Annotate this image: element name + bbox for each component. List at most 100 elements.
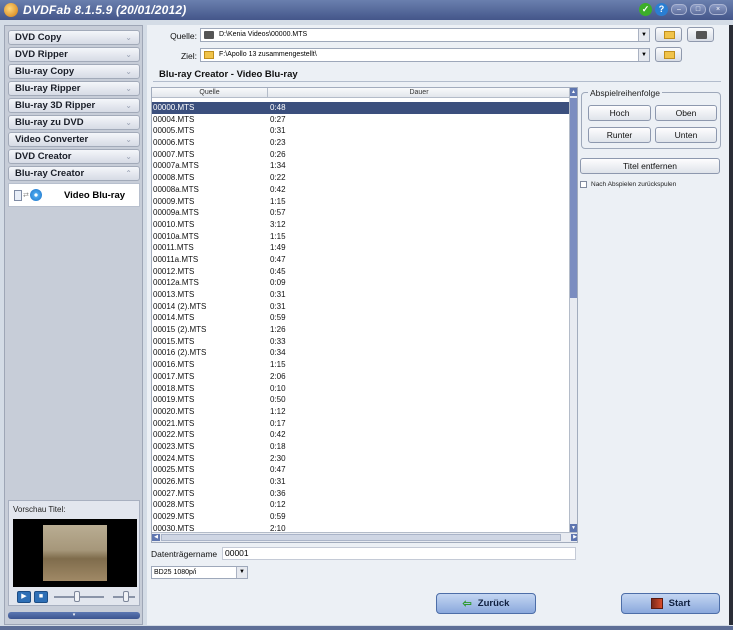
- table-row[interactable]: 00028.MTS 0:12: [152, 499, 570, 511]
- sidebar-item-label: Blu-ray Copy: [15, 66, 75, 77]
- table-row[interactable]: 00016.MTS 1:15: [152, 359, 570, 371]
- preview-thumbnail-image: [43, 525, 107, 581]
- seek-slider-handle[interactable]: [74, 591, 80, 602]
- table-row[interactable]: 00011a.MTS 0:47: [152, 254, 570, 266]
- cell-duration: 0:31: [270, 126, 286, 136]
- table-row[interactable]: 00020.MTS 1:12: [152, 406, 570, 418]
- chevron-down-icon[interactable]: ▼: [638, 29, 649, 41]
- table-row[interactable]: 00023.MTS 0:18: [152, 441, 570, 453]
- table-row[interactable]: 00013.MTS 0:31: [152, 289, 570, 301]
- table-row[interactable]: 00027.MTS 0:36: [152, 488, 570, 500]
- browse-source-button[interactable]: [655, 27, 682, 42]
- chevron-down-icon[interactable]: ▼: [638, 49, 649, 61]
- table-row[interactable]: 00012.MTS 0:45: [152, 266, 570, 278]
- table-row[interactable]: 00029.MTS 0:59: [152, 511, 570, 523]
- table-row[interactable]: 00006.MTS 0:23: [152, 137, 570, 149]
- volume-slider[interactable]: [113, 591, 135, 602]
- table-row[interactable]: 00021.MTS 0:17: [152, 418, 570, 430]
- sidebar-item-dvd-copy[interactable]: DVD Copy ⌄: [8, 30, 140, 45]
- table-row[interactable]: 00005.MTS 0:31: [152, 125, 570, 137]
- sidebar-subitem-video-bluray[interactable]: ⇄ Video Blu-ray: [8, 183, 140, 207]
- horizontal-scroll-thumb[interactable]: [161, 534, 561, 541]
- cell-source: 00023.MTS: [153, 441, 195, 451]
- table-row[interactable]: 00007a.MTS 1:34: [152, 160, 570, 172]
- vertical-scrollbar[interactable]: ▲ ▼: [569, 88, 577, 532]
- sidebar-item-bluray-copy[interactable]: Blu-ray Copy ⌄: [8, 64, 140, 79]
- table-row[interactable]: 00009a.MTS 0:57: [152, 207, 570, 219]
- volume-slider-handle[interactable]: [123, 591, 129, 602]
- arrow-right-icon: ⇄: [23, 192, 29, 199]
- table-row[interactable]: 00018.MTS 0:10: [152, 383, 570, 395]
- help-icon[interactable]: ?: [655, 3, 668, 16]
- table-row[interactable]: 00026.MTS 0:31: [152, 476, 570, 488]
- stop-button[interactable]: ■: [34, 591, 48, 603]
- sidebar-collapse-button[interactable]: ▾: [8, 612, 140, 619]
- target-path-combo[interactable]: F:\Apollo 13 zusammengestellt\ ▼: [200, 48, 650, 62]
- close-button[interactable]: ×: [709, 4, 727, 15]
- table-row[interactable]: 00014.MTS 0:59: [152, 312, 570, 324]
- playback-order-legend: Abspielreihenfolge: [588, 88, 662, 98]
- source-path-combo[interactable]: D:\Kenia Videos\00000.MTS ▼: [200, 28, 650, 42]
- table-row[interactable]: 00008a.MTS 0:42: [152, 184, 570, 196]
- sidebar-item-dvd-creator[interactable]: DVD Creator ⌄: [8, 149, 140, 164]
- start-button[interactable]: Start: [621, 593, 720, 614]
- cell-duration: 1:15: [270, 360, 286, 370]
- move-up-button[interactable]: Hoch: [588, 105, 651, 121]
- move-down-button[interactable]: Runter: [588, 127, 651, 143]
- column-header-duration[interactable]: Dauer: [268, 88, 570, 97]
- cell-source: 00014.MTS: [153, 313, 195, 323]
- vertical-scroll-thumb[interactable]: [570, 98, 577, 298]
- table-row[interactable]: 00007.MTS 0:26: [152, 149, 570, 161]
- rewind-checkbox[interactable]: [580, 181, 587, 188]
- move-bottom-button[interactable]: Unten: [655, 127, 717, 143]
- sidebar-item-video-converter[interactable]: Video Converter ⌄: [8, 132, 140, 147]
- table-row[interactable]: 00017.MTS 2:06: [152, 371, 570, 383]
- seek-slider[interactable]: [54, 591, 104, 602]
- sidebar-item-bluray-creator[interactable]: Blu-ray Creator ⌃: [8, 166, 140, 181]
- scroll-left-icon[interactable]: ◀: [152, 534, 160, 541]
- table-row[interactable]: 00022.MTS 0:42: [152, 429, 570, 441]
- cell-duration: 1:49: [270, 243, 286, 253]
- table-row[interactable]: 00011.MTS 1:49: [152, 242, 570, 254]
- disc-type-select[interactable]: BD25 1080p/i ▼: [151, 566, 248, 579]
- rewind-option[interactable]: Nach Abspielen zurückspulen: [580, 181, 676, 188]
- chevron-down-icon[interactable]: ▼: [236, 567, 247, 578]
- scroll-up-icon[interactable]: ▲: [570, 88, 577, 96]
- table-row[interactable]: 00010a.MTS 1:15: [152, 231, 570, 243]
- table-row[interactable]: 00000.MTS 0:48: [152, 102, 570, 114]
- sidebar-item-bluray-3d-ripper[interactable]: Blu-ray 3D Ripper ⌄: [8, 98, 140, 113]
- move-top-button[interactable]: Oben: [655, 105, 717, 121]
- maximize-button[interactable]: □: [690, 4, 706, 15]
- scroll-right-icon[interactable]: ▶: [571, 534, 577, 541]
- table-row[interactable]: 00015.MTS 0:33: [152, 336, 570, 348]
- remove-title-button[interactable]: Titel entfernen: [580, 158, 720, 174]
- table-row[interactable]: 00008.MTS 0:22: [152, 172, 570, 184]
- table-row[interactable]: 00014 (2).MTS 0:31: [152, 301, 570, 313]
- column-header-source[interactable]: Quelle: [152, 88, 268, 97]
- minimize-button[interactable]: –: [671, 4, 687, 15]
- sidebar-item-bluray-to-dvd[interactable]: Blu-ray zu DVD ⌄: [8, 115, 140, 130]
- sidebar-item-bluray-ripper[interactable]: Blu-ray Ripper ⌄: [8, 81, 140, 96]
- table-row[interactable]: 00010.MTS 3:12: [152, 219, 570, 231]
- table-row[interactable]: 00019.MTS 0:50: [152, 394, 570, 406]
- sidebar-item-dvd-ripper[interactable]: DVD Ripper ⌄: [8, 47, 140, 62]
- table-row[interactable]: 00024.MTS 2:30: [152, 453, 570, 465]
- scroll-down-icon[interactable]: ▼: [570, 524, 577, 532]
- table-row[interactable]: 00015 (2).MTS 1:26: [152, 324, 570, 336]
- target-path-value: F:\Apollo 13 zusammengestellt\: [219, 51, 317, 58]
- table-row[interactable]: 00012a.MTS 0:09: [152, 277, 570, 289]
- table-row[interactable]: 00025.MTS 0:47: [152, 464, 570, 476]
- browse-target-button[interactable]: [655, 47, 682, 62]
- section-title: Blu-ray Creator - Video Blu-ray: [159, 69, 298, 80]
- table-row[interactable]: 00004.MTS 0:27: [152, 114, 570, 126]
- cell-duration: 0:12: [270, 500, 286, 510]
- table-row[interactable]: 00016 (2).MTS 0:34: [152, 347, 570, 359]
- horizontal-scrollbar[interactable]: ◀ ▶: [152, 532, 577, 542]
- volume-name-input[interactable]: 00001: [222, 547, 576, 560]
- checkmark-icon[interactable]: ✓: [639, 3, 652, 16]
- play-button[interactable]: ▶: [17, 591, 31, 603]
- drive-button[interactable]: [687, 27, 714, 42]
- cell-source: 00009a.MTS: [153, 208, 199, 218]
- table-row[interactable]: 00009.MTS 1:15: [152, 196, 570, 208]
- back-button[interactable]: ⇦ Zurück: [436, 593, 536, 614]
